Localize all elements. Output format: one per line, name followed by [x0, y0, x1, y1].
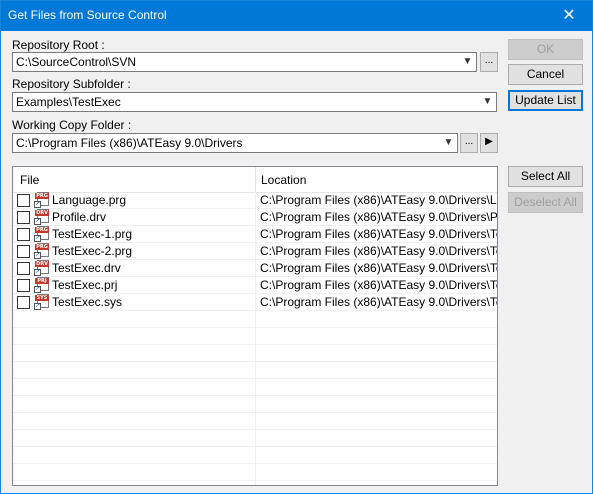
dialog-window: Get Files from Source Control ✕ Reposito… [0, 0, 593, 494]
repo-subfolder-label: Repository Subfolder : [12, 77, 131, 91]
file-location: C:\Program Files (x86)\ATEasy 9.0\Driver… [260, 278, 498, 292]
file-location: C:\Program Files (x86)\ATEasy 9.0\Driver… [260, 244, 498, 258]
row-checkbox[interactable] [17, 279, 30, 292]
close-icon[interactable]: ✕ [546, 1, 592, 31]
file-name: Profile.drv [52, 210, 107, 224]
repo-root-browse-button[interactable]: ... [480, 52, 498, 72]
file-type-tag: DRV [35, 210, 49, 216]
shortcut-arrow-icon: ↗ [34, 218, 41, 225]
file-name: TestExec-1.prg [52, 227, 133, 241]
chevron-down-icon[interactable]: ▼ [479, 93, 496, 111]
file-name: TestExec-2.prg [52, 244, 133, 258]
working-copy-label: Working Copy Folder : [12, 118, 132, 132]
file-location: C:\Program Files (x86)\ATEasy 9.0\Driver… [260, 295, 498, 309]
file-location: C:\Program Files (x86)\ATEasy 9.0\Driver… [260, 227, 498, 241]
row-checkbox[interactable] [17, 228, 30, 241]
play-icon[interactable]: ▶ [480, 133, 498, 153]
file-location: C:\Program Files (x86)\ATEasy 9.0\Driver… [260, 261, 498, 275]
repo-subfolder-value: Examples\TestExec [16, 95, 121, 109]
working-copy-combo[interactable]: C:\Program Files (x86)\ATEasy 9.0\Driver… [12, 133, 458, 153]
file-icon: PRG ↗ [34, 192, 50, 208]
window-title: Get Files from Source Control [8, 8, 167, 22]
update-list-button[interactable]: Update List [508, 90, 583, 111]
row-checkbox[interactable] [17, 296, 30, 309]
file-type-tag: DRV [35, 261, 49, 267]
file-icon: DRV ↗ [34, 260, 50, 276]
file-type-tag: PRG [35, 227, 49, 233]
empty-row [13, 311, 497, 328]
repo-root-value: C:\SourceControl\SVN [16, 55, 137, 69]
empty-row [13, 379, 497, 396]
shortcut-arrow-icon: ↗ [34, 201, 41, 208]
row-checkbox[interactable] [17, 245, 30, 258]
row-checkbox[interactable] [17, 211, 30, 224]
file-location: C:\Program Files (x86)\ATEasy 9.0\Driver… [260, 193, 498, 207]
table-row[interactable]: PRG ↗ Language.prg C:\Program Files (x86)\A… [13, 192, 497, 209]
title-bar[interactable]: Get Files from Source Control ✕ [1, 1, 592, 31]
file-name: TestExec.prj [52, 278, 118, 292]
shortcut-arrow-icon: ↗ [34, 303, 41, 310]
repo-root-combo[interactable]: C:\SourceControl\SVN ▼ [12, 52, 477, 72]
file-location: C:\Program Files (x86)\ATEasy 9.0\Driver… [260, 210, 498, 224]
row-checkbox[interactable] [17, 194, 30, 207]
file-icon: DRV ↗ [34, 209, 50, 225]
column-header-file[interactable]: File [20, 173, 39, 187]
empty-row [13, 447, 497, 464]
select-all-button[interactable]: Select All [508, 166, 583, 187]
table-row[interactable]: SYS ↗ TestExec.sys C:\Program Files (x86)\A… [13, 294, 497, 311]
file-icon: PRJ ↗ [34, 277, 50, 293]
column-divider[interactable] [255, 167, 256, 192]
file-icon: PRG ↗ [34, 226, 50, 242]
column-header-location[interactable]: Location [261, 173, 306, 187]
chevron-down-icon[interactable]: ▼ [440, 134, 457, 152]
file-type-tag: PRG [35, 193, 49, 199]
file-type-tag: PRG [35, 244, 49, 250]
file-name: TestExec.sys [52, 295, 123, 309]
ok-button[interactable]: OK [508, 39, 583, 60]
file-list[interactable]: File Location PRG ↗ Language.prg C:\Program… [12, 166, 498, 486]
empty-row [13, 413, 497, 430]
empty-row [13, 345, 497, 362]
table-row[interactable]: PRG ↗ TestExec-1.prg C:\Program Files (x86)… [13, 226, 497, 243]
row-checkbox[interactable] [17, 262, 30, 275]
file-icon: PRG ↗ [34, 243, 50, 259]
empty-row [13, 328, 497, 345]
file-type-tag: SYS [35, 295, 49, 301]
working-copy-browse-button[interactable]: ... [460, 133, 478, 153]
shortcut-arrow-icon: ↗ [34, 269, 41, 276]
file-name: TestExec.drv [52, 261, 121, 275]
file-name: Language.prg [52, 193, 127, 207]
empty-row [13, 396, 497, 413]
file-type-tag: PRJ [35, 278, 49, 284]
shortcut-arrow-icon: ↗ [34, 235, 41, 242]
empty-row [13, 362, 497, 379]
deselect-all-button[interactable]: Deselect All [508, 192, 583, 213]
repo-subfolder-combo[interactable]: Examples\TestExec ▼ [12, 92, 497, 112]
chevron-down-icon[interactable]: ▼ [459, 53, 476, 71]
list-header: File Location [13, 167, 497, 193]
cancel-button[interactable]: Cancel [508, 64, 583, 85]
repo-root-label: Repository Root : [12, 38, 105, 52]
table-row[interactable]: PRG ↗ TestExec-2.prg C:\Program Files (x86)… [13, 243, 497, 260]
table-row[interactable]: DRV ↗ Profile.drv C:\Program Files (x86)\AT… [13, 209, 497, 226]
shortcut-arrow-icon: ↗ [34, 286, 41, 293]
working-copy-value: C:\Program Files (x86)\ATEasy 9.0\Driver… [16, 136, 243, 150]
empty-row [13, 464, 497, 481]
table-row[interactable]: DRV ↗ TestExec.drv C:\Program Files (x86)\A… [13, 260, 497, 277]
empty-row [13, 430, 497, 447]
file-icon: SYS ↗ [34, 294, 50, 310]
table-row[interactable]: PRJ ↗ TestExec.prj C:\Program Files (x86)\A… [13, 277, 497, 294]
shortcut-arrow-icon: ↗ [34, 252, 41, 259]
